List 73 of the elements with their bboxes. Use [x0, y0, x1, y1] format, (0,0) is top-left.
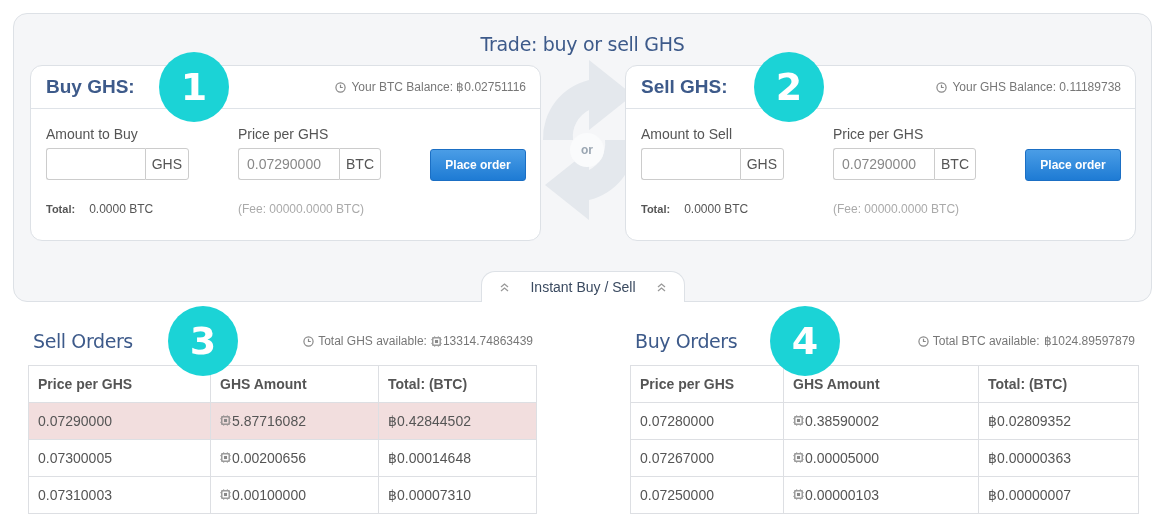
clock-icon [303, 335, 315, 347]
double-chevron-icon [657, 282, 666, 292]
double-chevron-icon [500, 282, 509, 292]
chip-icon [793, 415, 804, 427]
amount-cell: 0.38590002 [805, 412, 879, 429]
fee-text: (Fee: 00000.0000 BTC) [238, 202, 366, 216]
total-cell: ฿0.00000363 [978, 439, 1139, 477]
clock-icon [936, 81, 948, 93]
balance-text: Your GHS Balance: 0.11189738 [952, 80, 1121, 94]
price-cell: 0.07290000 [28, 402, 211, 440]
place-order-button[interactable]: Place order [1025, 149, 1121, 181]
card-title: Buy GHS: [46, 76, 135, 98]
amount-cell: 0.00005000 [805, 449, 879, 466]
card-title: Sell GHS: [641, 76, 728, 98]
field-label: Price per GHS [833, 126, 925, 142]
total-cell: ฿0.02809352 [978, 402, 1139, 440]
price-cell: 0.07250000 [630, 476, 784, 514]
column-header: GHS Amount [783, 365, 979, 403]
amount-cell: 0.00200656 [232, 449, 306, 466]
chip-icon [220, 452, 231, 464]
field-label: Amount to Buy [46, 126, 139, 142]
clock-icon [335, 81, 347, 93]
chip-icon [220, 489, 231, 501]
available-label: Total BTC available: [932, 334, 1040, 348]
balance-text: Your BTC Balance: ฿0.02751116 [351, 80, 526, 94]
total-label: Total: [46, 203, 76, 215]
column-header: Total: (BTC) [378, 365, 537, 403]
chip-icon [430, 335, 442, 347]
unit-addon: BTC [934, 148, 976, 180]
section-title: Buy Orders [635, 330, 738, 352]
column-header: Price per GHS [630, 365, 784, 403]
chip-icon [793, 489, 804, 501]
price-field[interactable]: 0.07290000 [238, 148, 339, 180]
price-cell: 0.07280000 [630, 402, 784, 440]
amount-field[interactable] [46, 148, 145, 180]
field-label: Amount to Sell [641, 126, 734, 142]
panel-title: Trade: buy or sell GHS [479, 32, 686, 55]
price-cell: 0.07267000 [630, 439, 784, 477]
unit-addon: GHS [144, 148, 189, 180]
price-cell: 0.07300005 [28, 439, 211, 477]
number-badge: 1 [159, 52, 229, 122]
chip-icon [220, 415, 231, 427]
section-title: Sell Orders [33, 330, 133, 352]
chip-icon [793, 452, 804, 464]
clock-icon [917, 335, 929, 347]
available-label: Total GHS available: [318, 334, 427, 348]
amount-cell: 0.00000103 [805, 486, 879, 503]
fee-text: (Fee: 00000.0000 BTC) [833, 202, 961, 216]
available-value: ฿1024.89597879 [1043, 334, 1135, 348]
total-cell: ฿0.42844502 [378, 402, 537, 440]
price-cell: 0.07310003 [28, 476, 211, 514]
amount-field[interactable] [641, 148, 740, 180]
unit-addon: BTC [339, 148, 381, 180]
total-value: 0.0000 BTC [684, 202, 749, 216]
price-field[interactable]: 0.07290000 [833, 148, 934, 180]
amount-cell: 5.87716082 [232, 412, 306, 429]
number-badge: 4 [770, 306, 840, 376]
place-order-button[interactable]: Place order [430, 149, 526, 181]
total-value: 0.0000 BTC [89, 202, 154, 216]
available-value: 13314.74863439 [442, 334, 533, 348]
unit-addon: GHS [739, 148, 784, 180]
total-cell: ฿0.00000007 [978, 476, 1139, 514]
number-badge: 2 [754, 52, 824, 122]
column-header: GHS Amount [210, 365, 379, 403]
instant-buy-sell-tab[interactable]: Instant Buy / Sell [481, 271, 685, 302]
column-header: Price per GHS [28, 365, 211, 403]
field-label: Price per GHS [238, 126, 330, 142]
amount-cell: 0.00100000 [232, 486, 306, 503]
total-cell: ฿0.00014648 [378, 439, 537, 477]
number-badge: 3 [168, 306, 238, 376]
total-label: Total: [641, 203, 671, 215]
column-header: Total: (BTC) [978, 365, 1139, 403]
total-cell: ฿0.00007310 [378, 476, 537, 514]
